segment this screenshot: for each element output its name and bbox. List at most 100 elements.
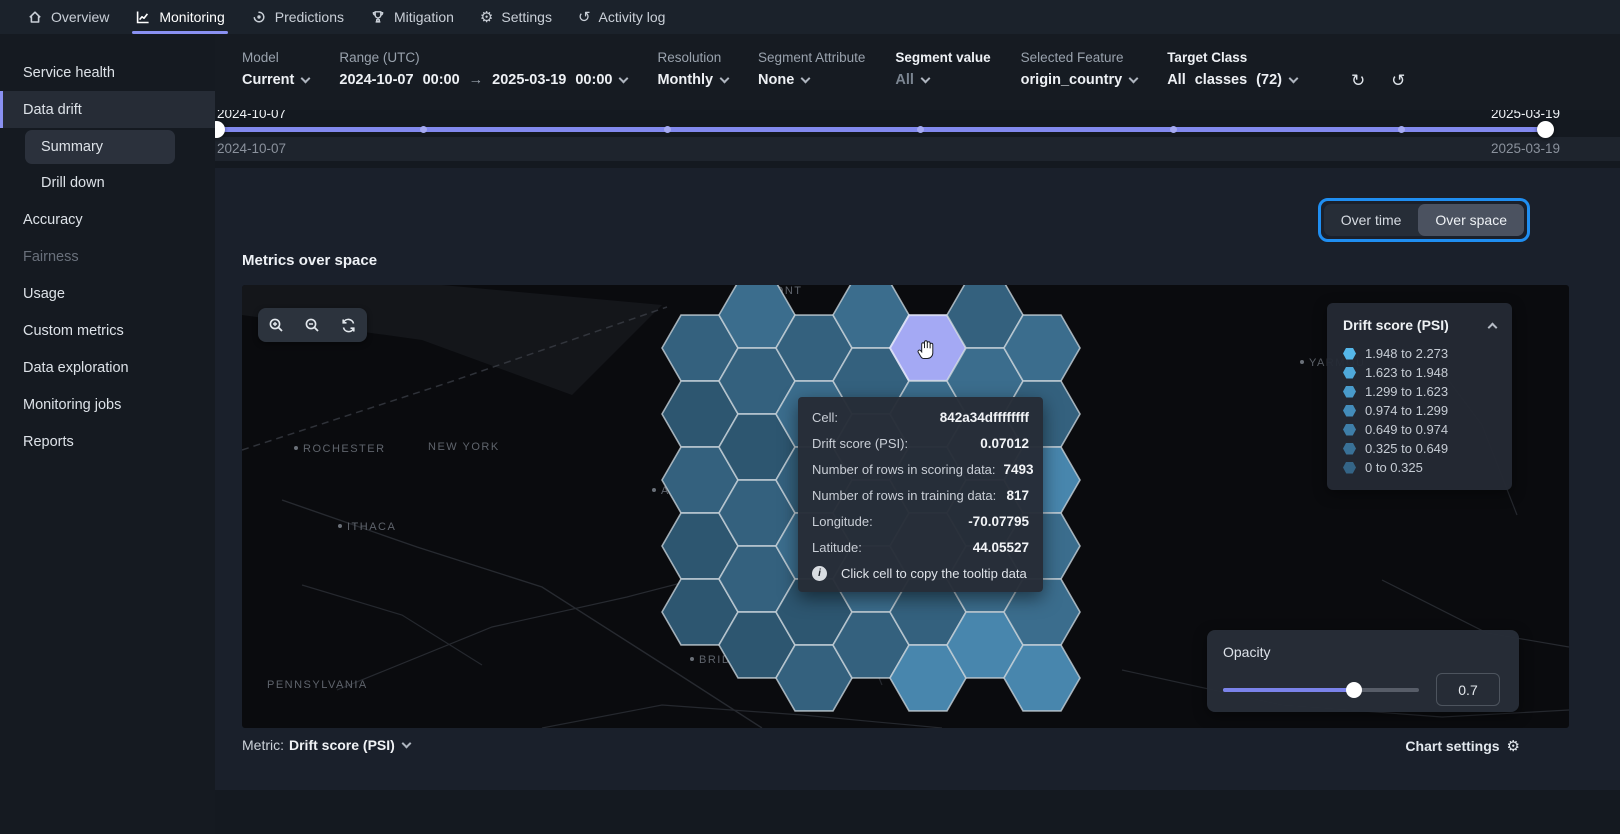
nav-item-mitigation[interactable]: Mitigation (357, 0, 467, 34)
info-icon: i (812, 566, 827, 581)
gear-icon: ⚙ (1507, 737, 1520, 755)
nav-item-overview[interactable]: Overview (14, 0, 122, 34)
zoom-out-icon[interactable] (304, 317, 321, 334)
tooltip-row: Latitude: 44.05527 (812, 540, 1029, 555)
tooltip-row-label: Number of rows in training data: (812, 488, 996, 503)
slider-tick (664, 126, 671, 133)
legend-item: 1.948 to 2.273 (1343, 344, 1496, 363)
sidebar-item-data-exploration[interactable]: Data exploration (0, 349, 215, 386)
sidebar-item-reports[interactable]: Reports (0, 423, 215, 460)
opacity-slider[interactable] (1223, 688, 1419, 692)
sidebar-item-custom-metrics[interactable]: Custom metrics (0, 312, 215, 349)
legend-swatch-hex-icon (1343, 462, 1356, 474)
zoom-reset-icon[interactable] (340, 317, 357, 334)
chart-settings-button[interactable]: Chart settings ⚙ (1405, 737, 1520, 755)
filter-resolution-label: Resolution (657, 50, 728, 65)
filter-model: Model Current (242, 50, 309, 110)
filter-selected-feature-label: Selected Feature (1021, 50, 1138, 65)
chevron-down-icon (619, 73, 629, 83)
home-icon (27, 9, 43, 25)
legend-item-label: 0.649 to 0.974 (1365, 422, 1448, 437)
chevron-down-icon (1129, 73, 1139, 83)
metric-selector[interactable]: Metric: Drift score (PSI) (242, 737, 410, 753)
tooltip-row: Cell: 842a34dffffffff (812, 410, 1029, 425)
opacity-slider-handle[interactable] (1346, 682, 1362, 698)
filter-segment-value-value[interactable]: All (895, 72, 990, 88)
range-end-sublabel: 2025-03-19 (1491, 141, 1560, 156)
toggle-over-space[interactable]: Over space (1418, 204, 1524, 236)
sidebar: Service health Data drift Summary Drill … (0, 34, 215, 834)
hex-map[interactable]: VERMONTAUGUSTAYARMOUROCHESTERNEW YORKITH… (242, 285, 1569, 728)
sidebar-item-usage[interactable]: Usage (0, 275, 215, 312)
history-icon: ↺ (578, 10, 591, 25)
filter-model-value[interactable]: Current (242, 72, 309, 88)
tooltip-row-value: -70.07795 (968, 514, 1029, 529)
chevron-down-icon (920, 73, 930, 83)
sidebar-item-accuracy[interactable]: Accuracy (0, 201, 215, 238)
filter-selected-feature: Selected Feature origin_country (1021, 50, 1138, 110)
legend-panel: Drift score (PSI) 1.948 to 2.273 1.623 to… (1327, 303, 1512, 490)
sidebar-item-service-health[interactable]: Service health (0, 54, 215, 91)
legend-swatch-hex-icon (1343, 405, 1356, 417)
filter-selected-feature-value[interactable]: origin_country (1021, 72, 1138, 88)
opacity-value-field[interactable]: 0.7 (1436, 673, 1500, 706)
legend-item-label: 0.325 to 0.649 (1365, 441, 1448, 456)
toggle-over-time[interactable]: Over time (1324, 204, 1419, 236)
filter-range: Range (UTC) 2024-10-07 00:00 → 2025-03-1… (339, 50, 627, 110)
chevron-down-icon (720, 73, 730, 83)
sidebar-item-summary[interactable]: Summary (25, 130, 175, 164)
filter-segment-attribute-value[interactable]: None (758, 72, 865, 88)
tooltip-row-label: Number of rows in scoring data: (812, 462, 996, 477)
tooltip-row-label: Drift score (PSI): (812, 436, 908, 451)
tooltip-row: Drift score (PSI): 0.07012 (812, 436, 1029, 451)
legend-item: 0.649 to 0.974 (1343, 420, 1496, 439)
refresh-icon[interactable]: ↻ (1351, 72, 1365, 110)
legend-item-label: 0.974 to 1.299 (1365, 403, 1448, 418)
metrics-panel: Over time Over space Metrics over space … (215, 168, 1620, 790)
legend-item: 0 to 0.325 (1343, 458, 1496, 477)
legend-item-label: 1.623 to 1.948 (1365, 365, 1448, 380)
slider-tick (1398, 126, 1405, 133)
tooltip-row-value: 44.05527 (973, 540, 1029, 555)
filter-segment-attribute: Segment Attribute None (758, 50, 865, 110)
arrow-right-icon: → (469, 72, 484, 88)
legend-swatch-hex-icon (1343, 348, 1356, 360)
legend-item: 0.974 to 1.299 (1343, 401, 1496, 420)
legend-swatch-hex-icon (1343, 424, 1356, 436)
slider-tick (1170, 126, 1177, 133)
filter-target-class: Target Class All classes (72) (1167, 50, 1297, 110)
slider-tick (917, 126, 924, 133)
cell-tooltip: Cell: 842a34dffffffff Drift score (PSI): 0.… (798, 397, 1043, 592)
opacity-slider-fill (1223, 688, 1354, 692)
nav-item-monitoring[interactable]: Monitoring (122, 0, 237, 34)
chevron-up-icon[interactable] (1488, 322, 1498, 332)
reset-icon[interactable]: ↺ (1391, 72, 1405, 110)
slider-handle-end[interactable] (1537, 121, 1554, 138)
nav-item-activity-log[interactable]: ↺ Activity log (565, 0, 679, 34)
zoom-in-icon[interactable] (268, 317, 285, 334)
tooltip-row-label: Cell: (812, 410, 838, 425)
tooltip-row-value: 0.07012 (980, 436, 1029, 451)
tooltip-row-label: Latitude: (812, 540, 862, 555)
legend-swatch-hex-icon (1343, 367, 1356, 379)
nav-item-predictions[interactable]: Predictions (238, 0, 357, 34)
tooltip-row-value: 842a34dffffffff (940, 410, 1029, 425)
sidebar-item-fairness[interactable]: Fairness (0, 238, 215, 275)
legend-title: Drift score (PSI) (1343, 317, 1449, 333)
tooltip-row-value: 817 (1006, 488, 1029, 503)
filter-target-class-value[interactable]: All classes (72) (1167, 72, 1297, 88)
sidebar-item-monitoring-jobs[interactable]: Monitoring jobs (0, 386, 215, 423)
filter-resolution-value[interactable]: Monthly (657, 72, 728, 88)
filter-range-value[interactable]: 2024-10-07 00:00 → 2025-03-19 00:00 (339, 72, 627, 88)
legend-item: 1.623 to 1.948 (1343, 363, 1496, 382)
tooltip-rows: Cell: 842a34dffffffff Drift score (PSI): 0.… (812, 410, 1029, 555)
line-chart-icon (135, 9, 151, 25)
sidebar-item-drill-down[interactable]: Drill down (25, 166, 175, 200)
chevron-down-icon (301, 73, 311, 83)
opacity-panel: Opacity 0.7 (1207, 630, 1519, 712)
legend-item-label: 1.299 to 1.623 (1365, 384, 1448, 399)
slider-track[interactable] (216, 127, 1546, 132)
nav-item-settings[interactable]: ⚙ Settings (467, 0, 565, 34)
sidebar-item-data-drift[interactable]: Data drift (0, 91, 215, 128)
gear-icon: ⚙ (480, 10, 493, 25)
